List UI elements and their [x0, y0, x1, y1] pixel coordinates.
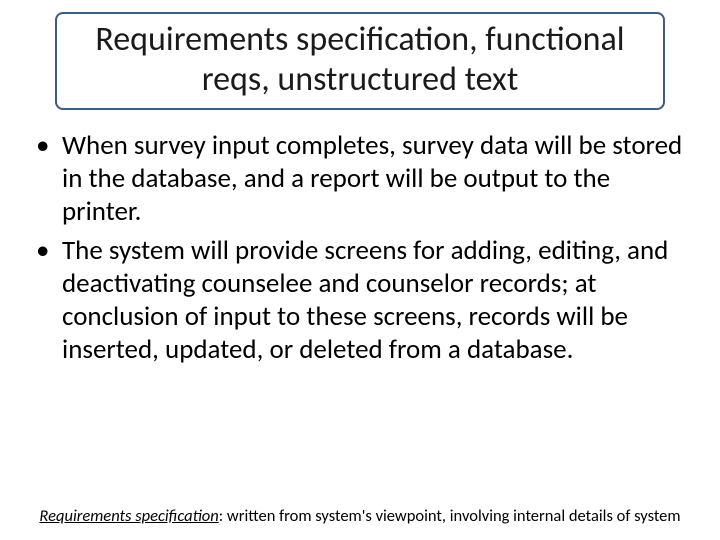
bullet-text: When survey input completes, survey data…: [62, 129, 682, 228]
footer-rest: : written from system's viewpoint, invol…: [219, 506, 681, 526]
list-item: The system will provide screens for addi…: [28, 235, 692, 367]
slide-title-box: Requirements specification, functional r…: [55, 12, 665, 110]
bullet-list-container: When survey input completes, survey data…: [28, 130, 692, 373]
bullet-list: When survey input completes, survey data…: [28, 130, 692, 367]
slide-title: Requirements specification, functional r…: [71, 20, 649, 100]
footer-note: Requirements specification: written from…: [0, 506, 720, 526]
bullet-text: The system will provide screens for addi…: [62, 234, 668, 366]
list-item: When survey input completes, survey data…: [28, 130, 692, 229]
footer-term: Requirements specification: [39, 506, 218, 526]
